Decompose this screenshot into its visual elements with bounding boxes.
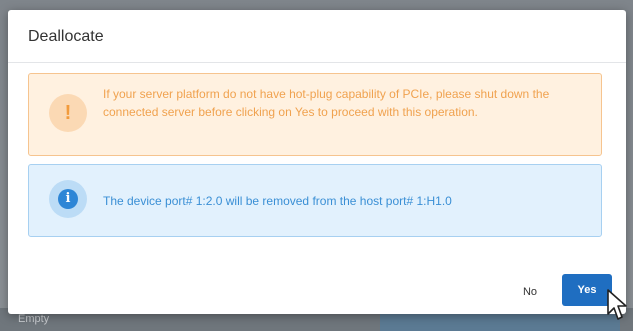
dialog-title: Deallocate xyxy=(28,28,104,45)
exclamation-icon: ! xyxy=(49,94,87,132)
dialog-footer: No Yes xyxy=(8,256,626,314)
info-icon-glyph: i xyxy=(58,189,78,209)
no-button[interactable]: No xyxy=(510,276,550,308)
info-icon: i xyxy=(49,180,87,218)
dialog-header: Deallocate xyxy=(8,10,626,63)
warning-alert: ! If your server platform do not have ho… xyxy=(28,73,602,156)
info-message: The device port# 1:2.0 will be removed f… xyxy=(103,194,452,208)
yes-button[interactable]: Yes xyxy=(562,274,612,306)
deallocate-dialog: Deallocate ! If your server platform do … xyxy=(8,10,626,314)
warning-message: If your server platform do not have hot-… xyxy=(103,87,550,119)
info-alert: i The device port# 1:2.0 will be removed… xyxy=(28,164,602,237)
backdrop-panel xyxy=(380,312,620,331)
mouse-pointer-icon xyxy=(607,289,627,320)
backdrop-label: Empty xyxy=(18,313,50,325)
